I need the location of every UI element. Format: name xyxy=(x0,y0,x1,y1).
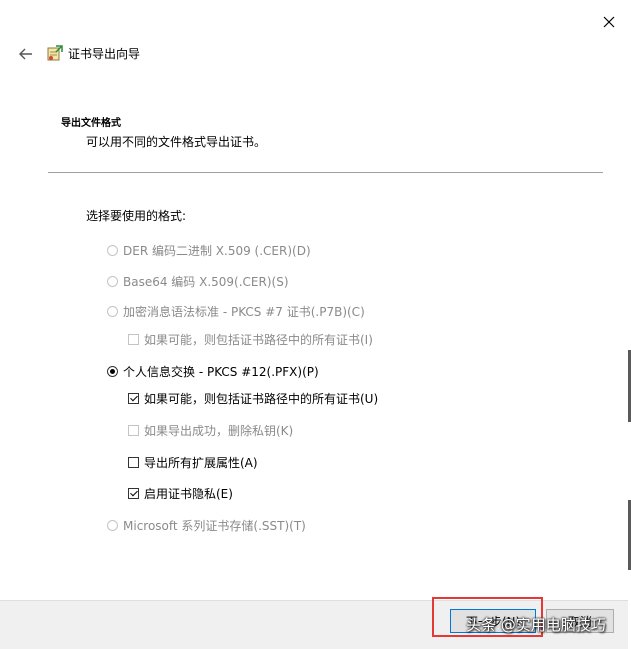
certificate-wizard-icon xyxy=(46,44,64,62)
radio-button[interactable] xyxy=(107,276,118,287)
close-icon xyxy=(603,16,615,28)
watermark-text: 头条 @实用电脑技巧 xyxy=(466,616,606,634)
checkbox-delete-private-key[interactable]: 如果导出成功，删除私钥(K) xyxy=(128,422,293,439)
radio-button[interactable] xyxy=(107,245,118,256)
header-divider xyxy=(48,172,603,173)
radio-label: DER 编码二进制 X.509 (.CER)(D) xyxy=(123,244,311,258)
close-button[interactable] xyxy=(599,12,619,32)
certificate-export-wizard-window: 证书导出向导 导出文件格式 可以用不同的文件格式导出证书。 选择要使用的格式: … xyxy=(0,0,631,649)
section-title: 导出文件格式 xyxy=(61,118,121,129)
checkbox[interactable] xyxy=(128,488,139,499)
back-button[interactable] xyxy=(16,44,36,64)
radio-label: Microsoft 系列证书存储(.SST)(T) xyxy=(123,519,306,533)
radio-base64[interactable]: Base64 编码 X.509(.CER)(S) xyxy=(107,273,289,290)
wizard-title: 证书导出向导 xyxy=(68,47,141,61)
radio-button[interactable] xyxy=(107,306,118,317)
radio-button[interactable] xyxy=(107,366,118,377)
checkbox-label: 导出所有扩展属性(A) xyxy=(144,456,258,470)
checkbox-pkcs7-include-all-certs[interactable]: 如果可能，则包括证书路径中的所有证书(I) xyxy=(128,331,373,348)
checkbox-label: 如果可能，则包括证书路径中的所有证书(U) xyxy=(144,392,379,406)
radio-sst[interactable]: Microsoft 系列证书存储(.SST)(T) xyxy=(107,517,306,534)
format-prompt-label: 选择要使用的格式: xyxy=(86,209,187,223)
checkbox-pkcs12-include-all-certs[interactable]: 如果可能，则包括证书路径中的所有证书(U) xyxy=(128,390,378,407)
checkbox-label: 如果可能，则包括证书路径中的所有证书(I) xyxy=(144,333,373,347)
checkbox-export-extended-properties[interactable]: 导出所有扩展属性(A) xyxy=(128,454,258,471)
checkbox[interactable] xyxy=(128,334,139,345)
radio-pkcs12[interactable]: 个人信息交换 - PKCS #12(.PFX)(P) xyxy=(107,363,319,380)
back-arrow-icon xyxy=(19,48,32,60)
radio-button[interactable] xyxy=(107,520,118,531)
checkbox[interactable] xyxy=(128,425,139,436)
checkbox-enable-certificate-privacy[interactable]: 启用证书隐私(E) xyxy=(128,485,233,502)
radio-pkcs7[interactable]: 加密消息语法标准 - PKCS #7 证书(.P7B)(C) xyxy=(107,303,365,320)
checkbox[interactable] xyxy=(128,393,139,404)
checkbox[interactable] xyxy=(128,457,139,468)
checkbox-label: 启用证书隐私(E) xyxy=(144,487,233,501)
radio-label: Base64 编码 X.509(.CER)(S) xyxy=(123,275,289,289)
radio-der[interactable]: DER 编码二进制 X.509 (.CER)(D) xyxy=(107,242,311,259)
checkbox-label: 如果导出成功，删除私钥(K) xyxy=(144,424,294,438)
section-description: 可以用不同的文件格式导出证书。 xyxy=(86,135,267,149)
radio-label: 个人信息交换 - PKCS #12(.PFX)(P) xyxy=(123,365,319,379)
radio-label: 加密消息语法标准 - PKCS #7 证书(.P7B)(C) xyxy=(123,305,365,319)
